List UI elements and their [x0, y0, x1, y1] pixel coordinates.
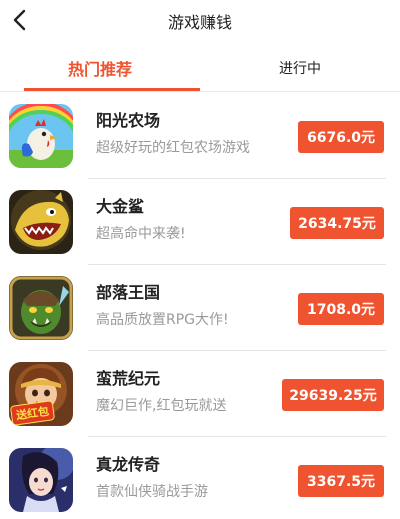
- game-description: 首款仙侠骑战手游: [96, 484, 208, 500]
- list-item[interactable]: 阳光农场 超级好玩的红包农场游戏 6676.0元: [0, 93, 400, 179]
- game-name: 大金鲨: [96, 197, 145, 216]
- tab-hot-recommend-label: 热门推荐: [67, 60, 132, 79]
- tab-hot-recommend[interactable]: 热门推荐: [0, 44, 200, 92]
- game-name: 部落王国: [96, 283, 161, 302]
- page-title: 游戏赚钱: [167, 13, 232, 32]
- game-name: 阳光农场: [96, 111, 161, 130]
- active-tab-indicator: [24, 88, 200, 91]
- game-description: 超高命中来袭!: [96, 226, 186, 242]
- list-item[interactable]: 部落王国 高品质放置RPG大作! 1708.0元: [0, 265, 400, 351]
- game-description: 超级好玩的红包农场游戏: [96, 140, 250, 156]
- tab-in-progress[interactable]: 进行中: [200, 44, 400, 92]
- game-name: 蛮荒纪元: [96, 369, 161, 388]
- reward-button[interactable]: 29639.25元: [282, 379, 384, 411]
- orc-warrior-icon: [9, 276, 73, 340]
- rooster-farm-icon: [9, 104, 73, 168]
- game-name: 真龙传奇: [96, 455, 161, 474]
- tab-bar: 热门推荐 进行中: [0, 44, 400, 92]
- game-description: 高品质放置RPG大作!: [96, 312, 229, 328]
- warrior-hero-icon: 送红包: [9, 362, 73, 426]
- reward-button[interactable]: 1708.0元: [298, 293, 384, 325]
- list-item[interactable]: 真龙传奇 首款仙侠骑战手游 3367.5元: [0, 437, 400, 519]
- reward-button[interactable]: 2634.75元: [290, 207, 384, 239]
- reward-button[interactable]: 6676.0元: [298, 121, 384, 153]
- reward-button[interactable]: 3367.5元: [298, 465, 384, 497]
- game-description: 魔幻巨作,红包玩就送: [96, 398, 227, 414]
- tab-in-progress-label: 进行中: [279, 61, 321, 77]
- fairy-swordsman-icon: [9, 448, 73, 512]
- golden-shark-icon: [9, 190, 73, 254]
- list-item[interactable]: 大金鲨 超高命中来袭! 2634.75元: [0, 179, 400, 265]
- top-bar: 游戏赚钱: [0, 0, 400, 40]
- list-item[interactable]: 送红包 蛮荒纪元 魔幻巨作,红包玩就送 29639.25元: [0, 351, 400, 437]
